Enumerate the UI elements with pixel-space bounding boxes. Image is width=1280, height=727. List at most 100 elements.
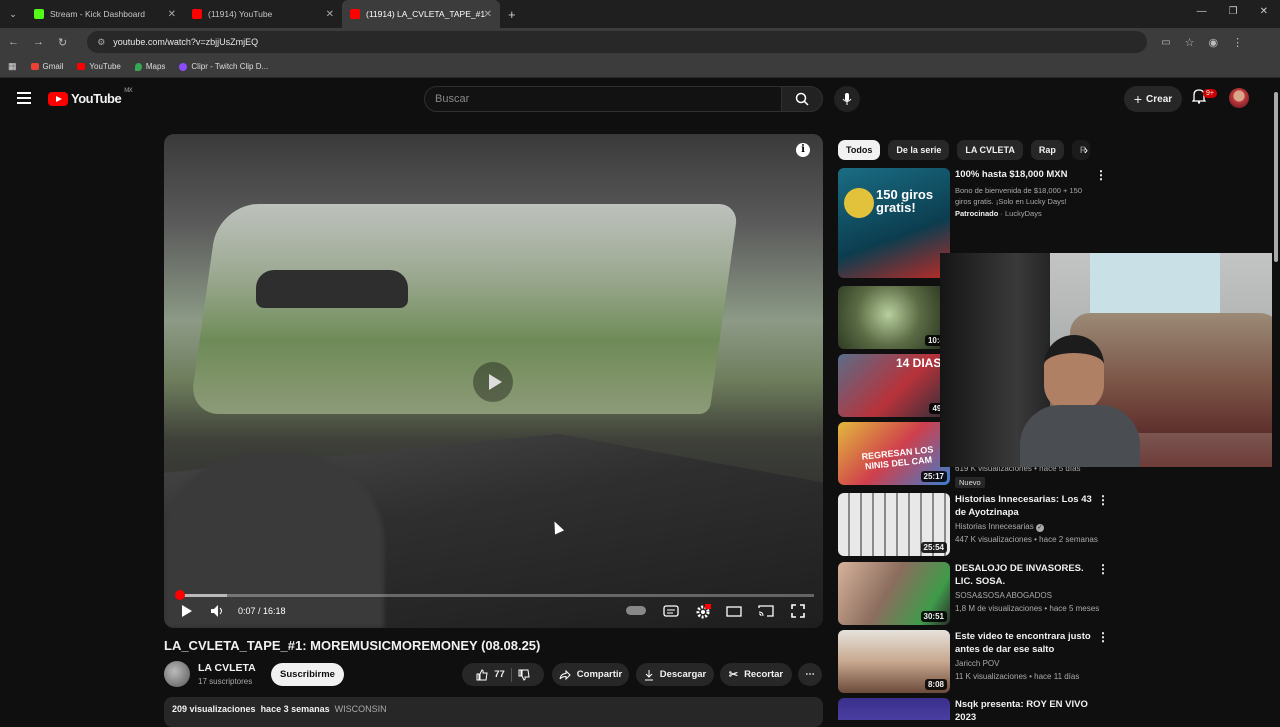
browser-menu-icon[interactable]: ⋮ <box>1232 36 1243 49</box>
tab-close-icon[interactable]: ✕ <box>168 9 176 20</box>
theater-mode-icon[interactable] <box>726 604 742 618</box>
download-button[interactable]: Descargar <box>636 663 714 686</box>
rec-thumbnail[interactable]: 10:4 <box>838 286 950 349</box>
tab-close-icon[interactable]: ✕ <box>484 9 492 20</box>
share-label: Compartir <box>576 669 623 680</box>
rec-thumbnail[interactable]: 8:08 <box>838 630 950 693</box>
subscribe-button[interactable]: Suscribirme <box>271 663 344 686</box>
cast-icon[interactable] <box>758 604 774 618</box>
video-player[interactable]: i 0:07 / 16:18 <box>164 134 823 628</box>
search-button[interactable] <box>781 86 823 112</box>
like-dislike-group: 77 <box>462 663 544 686</box>
chip-todos[interactable]: Todos <box>838 140 881 160</box>
play-icon[interactable] <box>181 604 193 618</box>
settings-gear-icon[interactable] <box>695 604 711 620</box>
rec-item[interactable]: 30:51 DESALOJO DE INVASORES. LIC. SOSA. … <box>838 562 1110 626</box>
back-icon[interactable]: ← <box>8 36 19 48</box>
chip-de-la-serie[interactable]: De la serie <box>888 140 950 160</box>
page-scrollbar[interactable] <box>1272 80 1280 720</box>
share-button[interactable]: Compartir <box>552 663 629 686</box>
bookmark-gmail[interactable]: Gmail <box>30 62 63 71</box>
restore-icon[interactable]: ❐ <box>1229 6 1238 17</box>
clip-button[interactable]: ✂ Recortar <box>720 663 792 686</box>
like-button[interactable]: 77 <box>476 668 505 681</box>
youtube-logo[interactable]: YouTube MX <box>48 88 133 106</box>
rec-meta: 1,8 M de visualizaciones • hace 5 meses <box>955 604 1100 613</box>
video-title: LA_CVLETA_TAPE_#1: MOREMUSICMOREMONEY (0… <box>164 638 541 653</box>
tab-search-icon[interactable]: ⌄ <box>0 9 26 20</box>
rec-title[interactable]: Nsqk presenta: ROY EN VIVO 2023 <box>955 698 1095 720</box>
rec-channel[interactable]: Historias Innecesarias ✓ <box>955 522 1044 532</box>
bookmark-maps[interactable]: Maps <box>134 62 165 71</box>
download-label: Descargar <box>659 669 707 680</box>
tab-kick[interactable]: Stream - Kick Dashboard ✕ <box>26 0 184 28</box>
tab-label: (11914) YouTube <box>208 9 273 19</box>
profile-icon[interactable]: ◉ <box>1209 36 1219 49</box>
youtube-icon <box>77 63 86 70</box>
rec-item[interactable]: 8:08 Este video te encontrara justo ante… <box>838 630 1110 694</box>
bookmarks-bar: ▦ Gmail YouTube Maps Clipr - Twitch Clip… <box>0 56 1280 78</box>
progress-bar[interactable] <box>175 590 814 600</box>
rec-channel[interactable]: SOSA&SOSA ABOGADOS <box>955 591 1052 600</box>
rec-thumbnail[interactable]: REGRESAN LOS NINIS DEL CAM 25:17 <box>838 422 950 485</box>
scrollbar-thumb[interactable] <box>1274 92 1278 262</box>
rec-thumbnail[interactable]: 25:54 <box>838 493 950 556</box>
tab-youtube[interactable]: (11914) YouTube ✕ <box>184 0 342 28</box>
bookmark-youtube[interactable]: YouTube <box>77 62 121 71</box>
new-tab-icon[interactable]: + <box>508 7 516 22</box>
tab-close-icon[interactable]: ✕ <box>326 9 334 20</box>
description-box[interactable]: 209 visualizaciones hace 3 semanas WISCO… <box>164 697 823 727</box>
rec-menu-icon[interactable]: ⋮ <box>1097 630 1109 644</box>
rec-thumbnail[interactable] <box>838 698 950 720</box>
url-field[interactable]: ⚙ youtube.com/watch?v=zbjjUsZmjEQ <box>87 31 1148 53</box>
cast-icon[interactable]: ▭ <box>1161 37 1170 48</box>
rec-thumbnail[interactable]: 30:51 <box>838 562 950 625</box>
chip-rap[interactable]: Rap <box>1030 140 1064 160</box>
rec-item[interactable]: 25:54 Historias Innecesarias: Los 43 de … <box>838 493 1110 557</box>
bookmark-clipr[interactable]: Clipr - Twitch Clip D... <box>179 62 268 71</box>
minimize-icon[interactable]: — <box>1197 6 1207 17</box>
hamburger-menu-icon[interactable] <box>17 92 31 104</box>
rec-title[interactable]: Historias Innecesarias: Los 43 de Ayotzi… <box>955 493 1095 519</box>
site-info-icon[interactable]: ⚙ <box>97 37 105 48</box>
rec-menu-icon[interactable]: ⋮ <box>1097 562 1109 576</box>
ad-title: 100% hasta $18,000 MXN <box>955 169 1068 180</box>
subtitles-icon[interactable] <box>663 604 679 618</box>
rec-title[interactable]: Este video te encontrara justo antes de … <box>955 630 1095 656</box>
share-arrow-icon <box>559 669 571 680</box>
chip-la-cvleta[interactable]: LA CVLETA <box>957 140 1023 160</box>
volume-icon[interactable] <box>210 604 224 618</box>
youtube-header: YouTube MX Buscar + Crear 9+ <box>0 80 1270 118</box>
voice-search-button[interactable] <box>834 86 860 112</box>
gmail-icon <box>30 63 39 70</box>
location-tag[interactable]: WISCONSIN <box>335 704 387 720</box>
more-actions-button[interactable]: ⋯ <box>798 663 822 686</box>
create-button[interactable]: + Crear <box>1124 86 1182 112</box>
info-icon[interactable]: i <box>796 143 810 157</box>
account-avatar[interactable] <box>1229 88 1249 108</box>
channel-name[interactable]: LA CVLETA <box>198 662 256 674</box>
apps-icon[interactable]: ▦ <box>8 61 17 72</box>
rec-item[interactable]: Nsqk presenta: ROY EN VIVO 2023 <box>838 698 1110 720</box>
autoplay-toggle[interactable] <box>626 606 646 615</box>
center-play-button[interactable] <box>473 362 513 402</box>
rec-channel[interactable]: Jaricch POV <box>955 659 999 668</box>
ad-thumbnail[interactable]: 150 giros gratis! <box>838 168 950 278</box>
search-input[interactable]: Buscar <box>424 86 782 112</box>
bookmark-star-icon[interactable]: ☆ <box>1185 36 1195 49</box>
rec-title[interactable]: DESALOJO DE INVASORES. LIC. SOSA. <box>955 562 1095 588</box>
fullscreen-icon[interactable] <box>791 604 805 618</box>
ad-menu-icon[interactable]: ⋮ <box>1095 168 1107 182</box>
plus-icon: + <box>1133 91 1143 107</box>
chevron-right-icon[interactable]: › <box>1084 143 1088 157</box>
rec-menu-icon[interactable]: ⋮ <box>1097 493 1109 507</box>
channel-avatar[interactable] <box>164 661 190 687</box>
thumbs-down-icon[interactable] <box>518 669 530 681</box>
sponsored-label: Patrocinado <box>955 209 999 218</box>
forward-icon[interactable]: → <box>33 36 44 48</box>
rec-thumbnail[interactable]: 14 DIAS 49: <box>838 354 950 417</box>
close-window-icon[interactable]: ✕ <box>1260 6 1268 17</box>
youtube-icon <box>350 9 360 19</box>
reload-icon[interactable]: ↻ <box>58 36 67 49</box>
tab-video[interactable]: (11914) LA_CVLETA_TAPE_#1: M ✕ <box>342 0 500 28</box>
